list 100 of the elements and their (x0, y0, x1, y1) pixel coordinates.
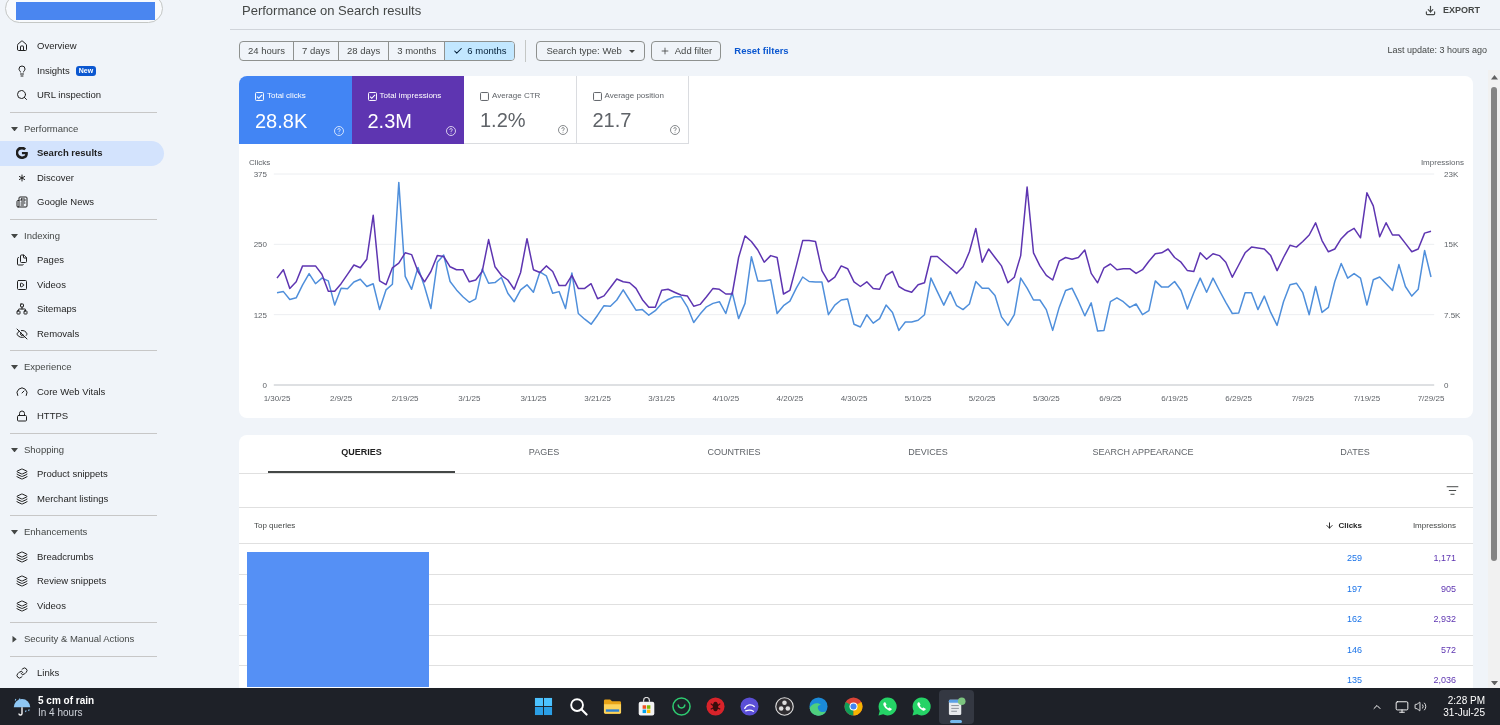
metric-label: Average CTR (492, 90, 541, 102)
section-header[interactable]: Experience (0, 355, 170, 380)
sidebar-item[interactable]: Discover (0, 165, 164, 190)
export-button[interactable]: EXPORT (1425, 3, 1480, 18)
clock-date[interactable]: 31-Jul-25 (1443, 706, 1485, 719)
monitor-icon[interactable] (1395, 699, 1410, 714)
x-axis-tick-label: 5/30/25 (1033, 394, 1060, 403)
section-header[interactable]: Shopping (0, 437, 170, 462)
column-header[interactable]: Clicks (1325, 519, 1362, 532)
sidebar-item[interactable]: Videos (0, 272, 164, 297)
sidebar-item[interactable]: Removals (0, 321, 164, 346)
column-header[interactable]: Impressions (1362, 519, 1456, 532)
checkbox[interactable] (592, 91, 602, 101)
table-cell-text: 572 (1439, 643, 1456, 657)
taskbar-button[interactable] (939, 689, 974, 724)
date-range-option[interactable]: 7 days (293, 42, 338, 60)
section-header[interactable]: Enhancements (0, 520, 170, 545)
sidebar-item[interactable]: Breadcrumbs (0, 544, 164, 569)
arcs-disc-icon (740, 697, 760, 716)
lock-icon (16, 410, 28, 423)
check-icon (453, 46, 464, 56)
sidebar-item[interactable]: Google News (0, 190, 164, 215)
layers-icon (16, 575, 28, 588)
metric-label: Average position (604, 90, 664, 102)
section-header[interactable]: Security & Manual Actions (0, 627, 170, 652)
metric-tile[interactable]: Average position 21.7 (576, 76, 689, 144)
table-cell: 197 (1346, 582, 1362, 596)
metric-value: 21.7 (592, 108, 632, 132)
x-axis-tick-label: 6/29/25 (1225, 394, 1252, 403)
eye-off-icon (16, 327, 28, 340)
layers-icon (16, 550, 28, 563)
sidebar-item[interactable]: Search results (0, 141, 164, 166)
clock-time[interactable]: 2:28 PM (1447, 694, 1485, 707)
tab[interactable]: QUERIES (268, 435, 455, 473)
help-icon[interactable] (670, 125, 680, 135)
chat-bubble-icon (878, 697, 898, 716)
layers-icon (16, 492, 28, 505)
weather-summary[interactable]: 5 cm of rain (38, 694, 95, 707)
play-square-icon (16, 278, 28, 291)
search-type-dropdown[interactable]: Search type: Web (536, 41, 645, 61)
metric-label: Total clicks (267, 90, 306, 102)
sidebar-item[interactable]: Pages (0, 248, 164, 273)
table-cell: 146 (1346, 643, 1362, 657)
x-axis-tick-label: 2/9/25 (330, 394, 353, 403)
add-filter-button[interactable]: Add filter (650, 41, 722, 61)
section-header[interactable]: Performance (0, 116, 170, 141)
tab[interactable]: COUNTRIES (633, 435, 835, 473)
scroll-up-arrow-icon[interactable] (1490, 75, 1498, 80)
search-icon (568, 697, 588, 716)
umbrella-icon[interactable] (13, 697, 31, 716)
metric-label: Total impressions (379, 90, 442, 102)
tab[interactable]: PAGES (455, 435, 633, 473)
x-axis-tick-label: 2/19/25 (391, 394, 419, 403)
plus-icon (659, 46, 670, 56)
sidebar-item[interactable]: Review snippets (0, 569, 164, 594)
sidebar-item[interactable]: Merchant listings (0, 486, 164, 511)
lightbulb-icon (16, 64, 28, 77)
y-axis-tick-label: 0 (1444, 381, 1449, 390)
sidebar-item[interactable]: Product snippets (0, 462, 164, 487)
axis-title: Clicks (249, 158, 271, 167)
caret-icon (628, 49, 635, 53)
tab[interactable]: SEARCH APPEARANCE (1021, 435, 1265, 473)
weather-time[interactable]: In 4 hours (38, 706, 95, 719)
sidebar-item[interactable]: URL inspection (0, 83, 164, 108)
shopping-bag-icon (637, 697, 657, 716)
table-cell-text: 905 (1439, 582, 1456, 596)
page-title: Performance on Search results (242, 2, 422, 19)
property-selector[interactable] (5, 0, 163, 23)
date-range-option[interactable]: 6 months (444, 42, 515, 60)
sort-arrow-icon (1325, 521, 1335, 530)
sidebar-item[interactable]: Core Web Vitals (0, 379, 164, 404)
column-header[interactable]: Top queries (254, 519, 1326, 532)
speaker-icon[interactable] (1414, 700, 1428, 713)
section-header[interactable]: Indexing (0, 223, 170, 248)
date-range-option[interactable]: 24 hours (240, 42, 293, 60)
sidebar-item[interactable]: Overview (0, 34, 164, 59)
checkbox[interactable] (480, 91, 489, 101)
x-axis-tick-label: 6/19/25 (1161, 394, 1188, 403)
tab[interactable]: DEVICES (835, 435, 1021, 473)
download-icon (1425, 5, 1436, 16)
four-tiles-icon (534, 697, 554, 716)
help-icon[interactable] (557, 125, 568, 135)
scrollbar-track[interactable] (1488, 70, 1500, 688)
axis-title: Impressions (1420, 158, 1464, 167)
date-range-option[interactable]: 28 days (338, 42, 389, 60)
sidebar-item[interactable]: Sitemaps (0, 297, 164, 322)
sidebar-item[interactable]: Links (0, 660, 164, 685)
scrollbar-thumb[interactable] (1491, 86, 1497, 561)
y-axis-tick-label: 125 (253, 310, 267, 320)
x-axis-tick-label: 3/1/25 (458, 394, 481, 403)
sidebar-item[interactable]: Videos (0, 593, 164, 618)
tab[interactable]: DATES (1265, 435, 1445, 473)
filter-icon[interactable] (1446, 484, 1459, 497)
reset-filters-link[interactable]: Reset filters (734, 43, 789, 59)
scroll-down-arrow-icon[interactable] (1490, 680, 1498, 685)
last-update-text: Last update: 3 hours ago (1387, 44, 1487, 58)
sidebar-item[interactable]: HTTPS (0, 404, 164, 429)
table-cell-text: 2,932 (1432, 613, 1456, 626)
ring-arc-icon (671, 697, 691, 716)
metric-tile[interactable]: Average CTR 1.2% (464, 76, 577, 144)
